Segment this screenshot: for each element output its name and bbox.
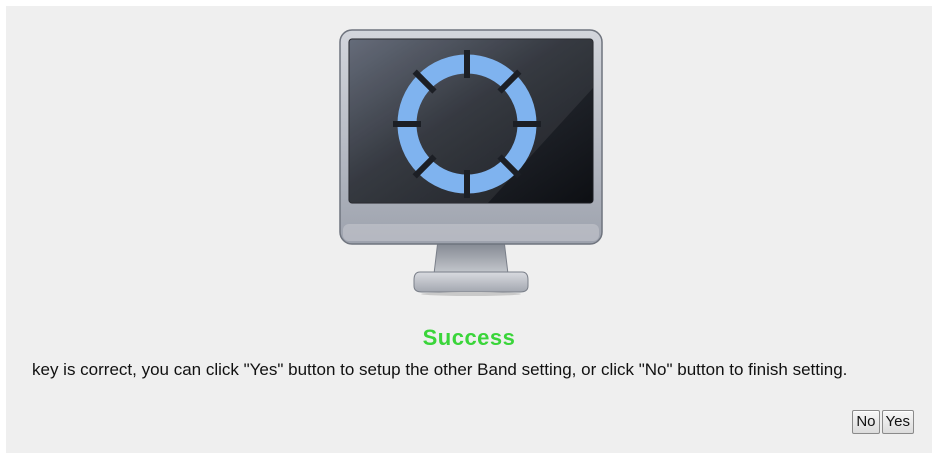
yes-button[interactable]: Yes xyxy=(881,410,914,434)
no-button[interactable]: No xyxy=(852,410,880,434)
dialog-panel: Success key is correct, you can click "Y… xyxy=(6,6,932,453)
status-message: key is correct, you can click "Yes" butt… xyxy=(32,360,848,379)
button-group: No Yes xyxy=(852,410,914,434)
monitor-icon xyxy=(339,29,603,296)
status-title: Success xyxy=(422,325,516,350)
